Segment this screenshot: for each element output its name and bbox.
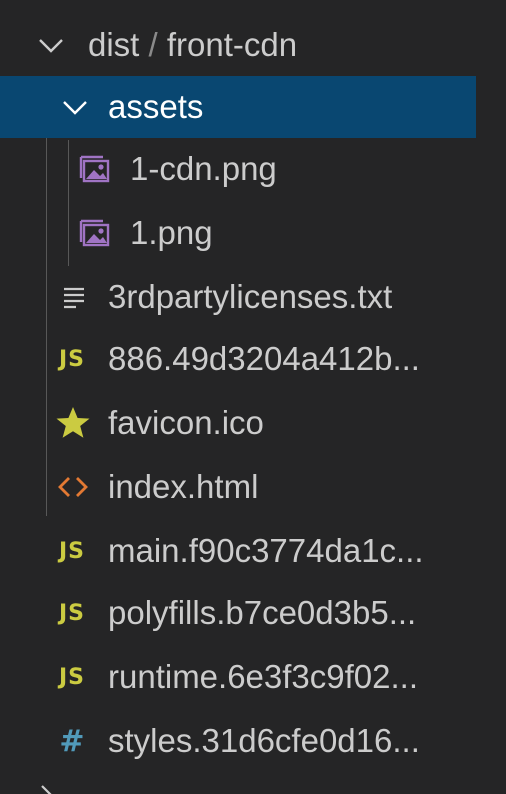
file-name: favicon.ico	[108, 404, 264, 441]
folder-name-front-cdn: front-cdn	[166, 26, 298, 63]
file-row-886-js[interactable]: JS 886.49d3204a412b...	[0, 328, 476, 390]
chevron-down-icon[interactable]	[36, 30, 66, 60]
file-row-1-cdn-png[interactable]: 1-cdn.png	[0, 138, 476, 200]
file-row-polyfills-js[interactable]: JS polyfills.b7ce0d3b5...	[0, 582, 476, 644]
chevron-right-icon[interactable]	[36, 784, 56, 794]
file-explorer-tree: dist / front-cdn assets 1-cdn.png 1.png …	[0, 0, 506, 794]
hash-icon: #	[59, 723, 85, 759]
file-name: 1.png	[130, 214, 213, 251]
js-icon: JS	[58, 600, 86, 626]
file-row-3rdpartylicenses-txt[interactable]: 3rdpartylicenses.txt	[0, 266, 476, 328]
folder-row-dist-front-cdn[interactable]: dist / front-cdn	[0, 14, 476, 76]
file-row-main-js[interactable]: JS main.f90c3774da1c...	[0, 520, 476, 582]
file-row-favicon-ico[interactable]: favicon.ico	[0, 392, 476, 454]
folder-row-assets[interactable]: assets	[0, 76, 476, 138]
file-name: 3rdpartylicenses.txt	[108, 278, 393, 315]
file-name: runtime.6e3f3c9f02...	[108, 658, 419, 695]
file-row-index-html[interactable]: index.html	[0, 456, 476, 518]
file-name: main.f90c3774da1c...	[108, 532, 424, 569]
js-icon: JS	[58, 664, 86, 690]
file-name: styles.31d6cfe0d16...	[108, 722, 420, 759]
js-icon: JS	[58, 346, 86, 372]
file-name: polyfills.b7ce0d3b5...	[108, 594, 417, 631]
file-name: index.html	[108, 468, 259, 505]
file-name: 1-cdn.png	[130, 150, 277, 187]
file-row-1-png[interactable]: 1.png	[0, 202, 476, 264]
file-row-runtime-js[interactable]: JS runtime.6e3f3c9f02...	[0, 646, 476, 708]
star-icon	[54, 404, 92, 442]
folder-name-assets: assets	[108, 88, 204, 125]
code-brackets-icon	[56, 470, 90, 504]
image-file-icon	[78, 216, 112, 250]
folder-path: dist / front-cdn	[88, 14, 297, 76]
file-row-styles-css[interactable]: # styles.31d6cfe0d16...	[0, 710, 476, 772]
image-file-icon	[78, 152, 112, 186]
js-icon: JS	[58, 538, 86, 564]
folder-name-dist: dist	[88, 26, 140, 63]
path-separator: /	[148, 26, 158, 63]
text-lines-icon	[58, 281, 90, 313]
file-name: 886.49d3204a412b...	[108, 340, 420, 377]
chevron-down-icon[interactable]	[60, 92, 90, 122]
